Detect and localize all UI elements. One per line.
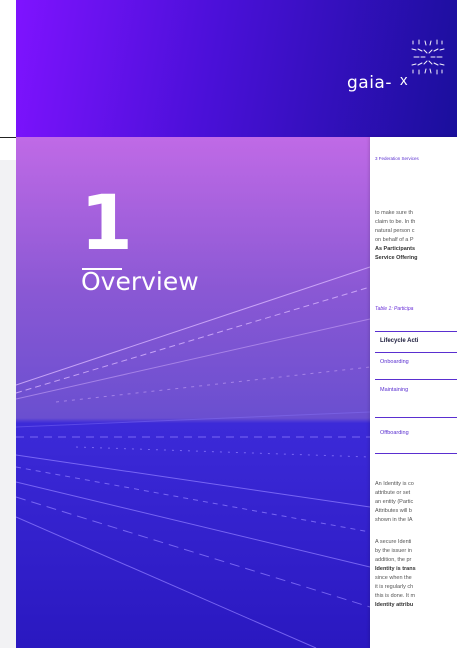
para3-line: by the issuer in: [375, 548, 412, 554]
brand-header: gaia- x: [16, 0, 457, 137]
para3-line: since when the: [375, 575, 412, 581]
table-cell: Onboarding: [380, 359, 409, 365]
logo-wordmark: gaia-: [347, 73, 392, 93]
para2-line: An Identity is co: [375, 481, 414, 487]
chapter-title: Overview: [81, 267, 199, 296]
para3-line: Identity attribu: [375, 602, 414, 608]
cover-light-streaks: [16, 266, 370, 648]
table-header: Lifecycle Acti: [375, 331, 457, 353]
chapter-number: 1: [80, 178, 133, 267]
para1-line: As Participants: [375, 246, 416, 252]
table-cell: Maintaining: [380, 387, 409, 393]
para2-line: Attributes will b: [375, 508, 412, 514]
document-page: 3 Federation Services to make sure th cl…: [370, 137, 457, 648]
table-cell: Offboarding: [380, 430, 409, 436]
table-header-cell: Lifecycle Acti: [380, 338, 419, 344]
chapter-cover: 1 Overview: [16, 137, 370, 648]
para1-line: natural person c: [375, 228, 415, 234]
table-caption: Table 1: Participa: [375, 306, 414, 312]
logo-wordmark-x: x: [400, 72, 408, 89]
para1-line: Service Offering: [375, 255, 418, 261]
para2-line: an entity (Partic: [375, 499, 414, 505]
para2-line: shown in the IA: [375, 517, 413, 523]
para1-line: claim to be. In th: [375, 219, 416, 225]
para3-line: A secure Identi: [375, 539, 412, 545]
para1-line: on behalf of a P: [375, 237, 414, 243]
table-row: Onboarding: [375, 351, 457, 380]
para3-line: addition, the pr: [375, 557, 412, 563]
running-head: 3 Federation Services: [375, 156, 419, 161]
para2-line: attribute or set: [375, 490, 411, 496]
para3-line: it is regularly ch: [375, 584, 414, 590]
table-row: Offboarding: [375, 417, 457, 454]
table-row: Maintaining: [375, 379, 457, 418]
para1-line: to make sure th: [375, 210, 413, 216]
header-divider: [0, 137, 16, 138]
para3-line: Identity is trans: [375, 566, 416, 572]
gaia-x-logo-icon: [411, 39, 445, 75]
para3-line: this is done. It m: [375, 593, 416, 599]
